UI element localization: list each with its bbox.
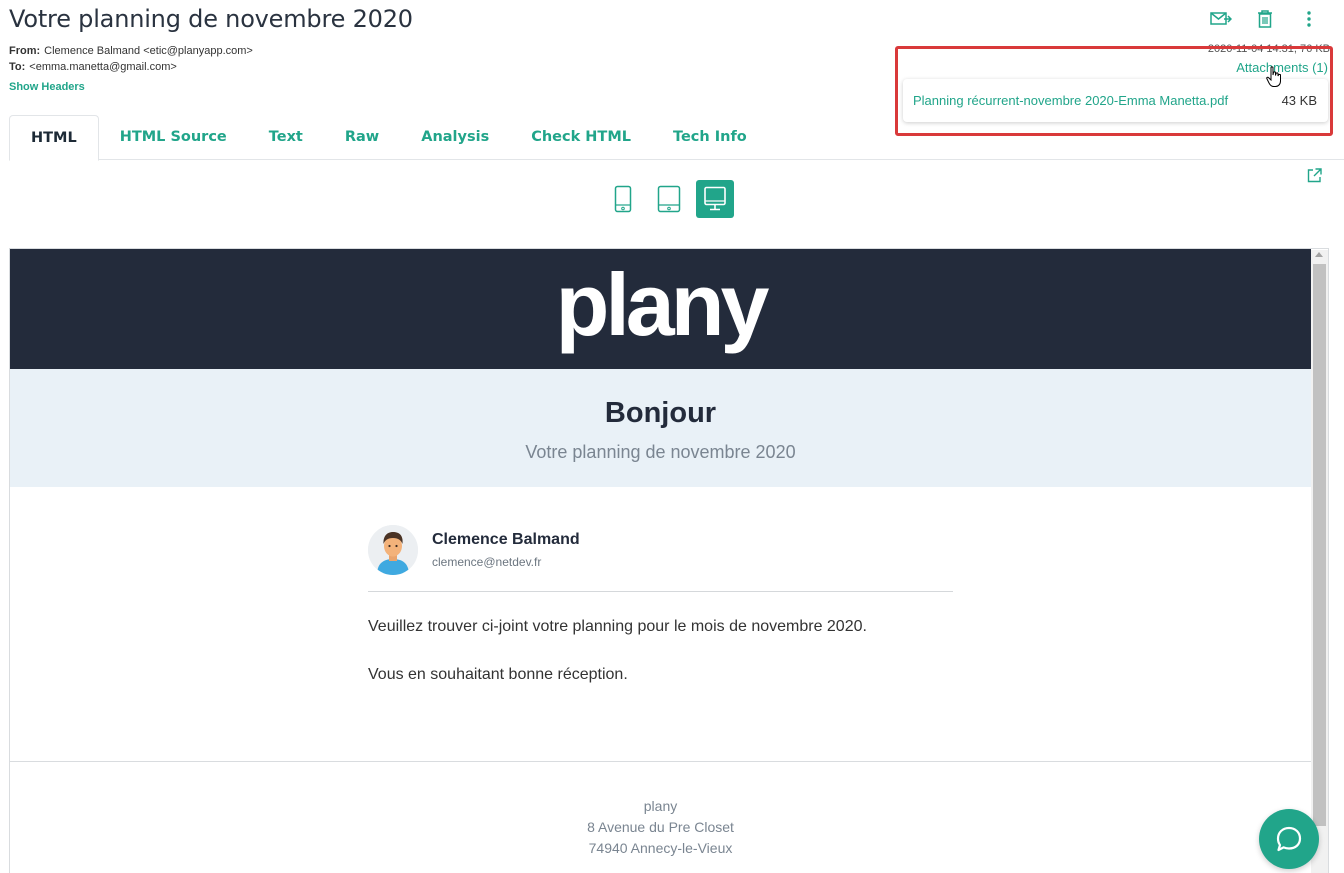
tab-html-source[interactable]: HTML Source [99, 115, 248, 160]
to-value: <emma.manetta@gmail.com> [29, 61, 177, 73]
to-row: To: <emma.manetta@gmail.com> [9, 59, 253, 75]
avatar [368, 525, 418, 575]
email-body: Clemence Balmand clemence@netdev.fr Veui… [10, 487, 1311, 761]
footer-address-line-1: 8 Avenue du Pre Closet [587, 819, 734, 835]
divider [368, 591, 953, 592]
sender-email: clemence@netdev.fr [432, 555, 542, 569]
mobile-view-button[interactable] [604, 180, 642, 218]
view-tabs: HTML HTML Source Text Raw Analysis Check… [9, 115, 1344, 161]
desktop-view-button[interactable] [696, 180, 734, 218]
hero-subtitle: Votre planning de novembre 2020 [525, 442, 796, 462]
footer-company: plany [643, 798, 678, 814]
email-hero: Bonjour Votre planning de novembre 2020 [10, 369, 1311, 487]
preview-scrollbar[interactable] [1311, 250, 1328, 873]
trash-icon[interactable] [1254, 8, 1276, 30]
tab-text[interactable]: Text [248, 115, 324, 160]
tab-html[interactable]: HTML [9, 115, 99, 161]
from-value: Clemence Balmand <etic@planyapp.com> [44, 45, 253, 57]
mobile-icon [614, 185, 632, 213]
to-label: To: [9, 61, 26, 73]
footer-address-line-2: 74940 Annecy-le-Vieux [588, 840, 733, 856]
hero-title: Bonjour [604, 397, 717, 429]
tab-tech-info[interactable]: Tech Info [652, 115, 768, 160]
hand-cursor-icon [1266, 66, 1282, 93]
from-row: From: Clemence Balmand <etic@planyapp.com… [9, 43, 253, 59]
forward-icon[interactable] [1210, 8, 1232, 30]
message-actions [1210, 8, 1320, 30]
scroll-thumb[interactable] [1313, 264, 1326, 826]
email-preview: plany Bonjour Votre planning de novembre… [9, 248, 1329, 873]
message-paragraph-1: Veuillez trouver ci-joint votre planning… [368, 618, 867, 635]
message-meta: From: Clemence Balmand <etic@planyapp.com… [9, 43, 253, 75]
from-label: From: [9, 45, 41, 57]
plany-logo: plany [555, 255, 770, 354]
sender-info: Clemence Balmand clemence@netdev.fr [432, 531, 580, 569]
message-paragraph-2: Vous en souhaitant bonne réception. [368, 666, 628, 683]
scroll-up-arrow-icon[interactable] [1315, 252, 1323, 257]
chat-bubble-icon [1276, 826, 1302, 852]
desktop-icon [704, 186, 726, 211]
tab-analysis[interactable]: Analysis [400, 115, 510, 160]
tablet-icon [657, 185, 681, 213]
email-footer: plany 8 Avenue du Pre Closet 74940 Annec… [10, 761, 1311, 859]
tablet-view-button[interactable] [650, 180, 688, 218]
sender-card: Clemence Balmand clemence@netdev.fr [368, 525, 580, 575]
sender-name: Clemence Balmand [432, 531, 580, 548]
chat-button[interactable] [1259, 809, 1319, 869]
open-external-icon[interactable] [1307, 168, 1322, 188]
tab-raw[interactable]: Raw [324, 115, 400, 160]
device-switcher [604, 180, 734, 218]
more-vertical-icon[interactable] [1298, 8, 1320, 30]
show-headers-link[interactable]: Show Headers [9, 81, 85, 93]
email-banner: plany [10, 249, 1311, 369]
email-subject: Votre planning de novembre 2020 [9, 5, 413, 33]
tab-check-html[interactable]: Check HTML [510, 115, 652, 160]
